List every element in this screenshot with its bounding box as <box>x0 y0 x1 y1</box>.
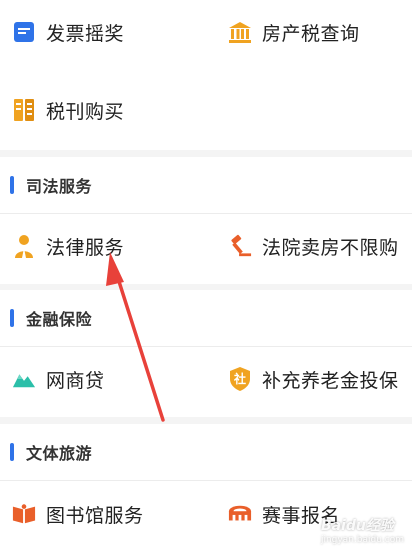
stadium-icon <box>228 502 252 526</box>
mountain-loan-icon <box>12 367 36 391</box>
legal-service-label: 法律服务 <box>46 236 125 259</box>
bank-building-icon <box>228 20 252 44</box>
tax-magazine-label: 税刊购买 <box>46 100 125 123</box>
section-accent-bar <box>10 309 14 327</box>
library-service-item[interactable]: 图书馆服务 <box>12 494 144 534</box>
pension-insurance-label: 补充养老金投保 <box>262 369 399 392</box>
tax-magazine-item[interactable]: 税刊购买 <box>12 90 124 130</box>
property-tax-label: 房产税查询 <box>262 22 360 45</box>
legal-service-item[interactable]: 法律服务 <box>12 226 124 266</box>
pension-badge-text: 社 <box>233 372 246 386</box>
tax-magazine-icon <box>12 98 36 122</box>
finance-section-header: 金融保险 <box>0 290 412 346</box>
finance-items-block: 网商贷 社 补充养老金投保 <box>0 347 412 417</box>
watermark-text: Baidu经验 <box>320 518 394 534</box>
property-tax-item[interactable]: 房产税查询 <box>228 12 360 52</box>
judicial-items-block: 法律服务 法院卖房不限购 <box>0 214 412 284</box>
gavel-icon <box>228 234 252 258</box>
invoice-lottery-item[interactable]: 发票摇奖 <box>12 12 124 52</box>
library-service-label: 图书馆服务 <box>46 504 144 527</box>
court-house-sale-item[interactable]: 法院卖房不限购 <box>228 226 399 266</box>
culture-section-header: 文体旅游 <box>0 424 412 480</box>
invoice-lottery-label: 发票摇奖 <box>46 22 125 45</box>
mybank-loan-item[interactable]: 网商贷 <box>12 359 105 399</box>
section-accent-bar <box>10 176 14 194</box>
pension-shield-icon: 社 <box>228 367 252 391</box>
top-services-block: 发票摇奖 房产税查询 税刊购买 <box>0 0 412 150</box>
judicial-section-header: 司法服务 <box>0 157 412 213</box>
mybank-loan-label: 网商贷 <box>46 369 105 392</box>
pension-insurance-item[interactable]: 社 补充养老金投保 <box>228 359 399 399</box>
book-icon <box>12 502 36 526</box>
watermark: Baidu经验 jingyan.baidu.com <box>321 515 404 545</box>
court-house-sale-label: 法院卖房不限购 <box>262 236 399 259</box>
section-accent-bar <box>10 443 14 461</box>
judicial-section-title: 司法服务 <box>26 177 93 196</box>
invoice-icon <box>12 20 36 44</box>
finance-section-title: 金融保险 <box>26 310 93 329</box>
watermark-sub: jingyan.baidu.com <box>320 535 404 545</box>
culture-section-title: 文体旅游 <box>26 444 93 463</box>
lawyer-icon <box>12 234 36 258</box>
